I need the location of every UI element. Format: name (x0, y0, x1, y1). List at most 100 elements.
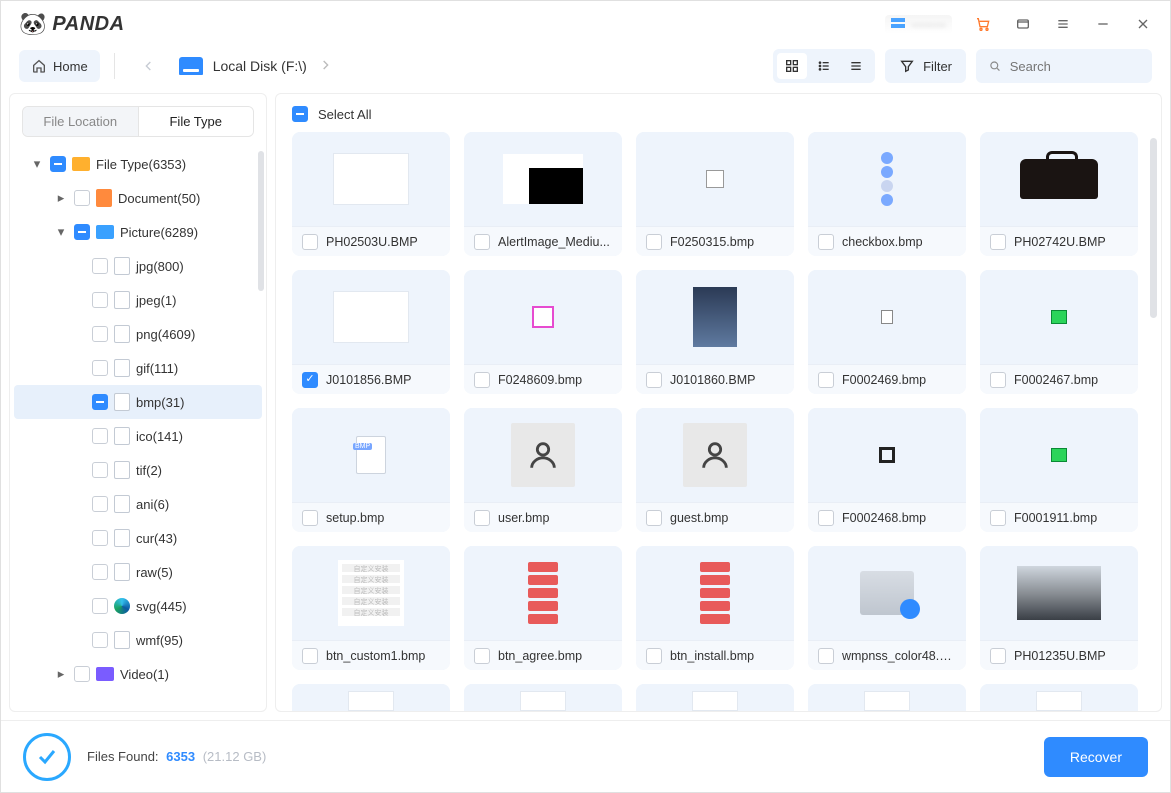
file-card[interactable]: 自定义安装自定义安装自定义安装自定义安装自定义安装btn_custom1.bmp (292, 546, 450, 670)
file-card[interactable] (980, 684, 1138, 711)
view-grid-button[interactable] (777, 53, 807, 79)
menu-icon[interactable] (1054, 15, 1072, 33)
tree-video[interactable]: ▸ Video(1) (14, 657, 262, 691)
file-checkbox[interactable] (646, 372, 662, 388)
tab-file-type[interactable]: File Type (138, 107, 254, 136)
file-card[interactable]: F0002467.bmp (980, 270, 1138, 394)
file-card[interactable] (292, 684, 450, 711)
search-box[interactable] (976, 49, 1152, 83)
checkbox[interactable] (92, 360, 108, 376)
file-checkbox[interactable] (990, 648, 1006, 664)
cart-icon[interactable] (974, 15, 992, 33)
checkbox[interactable] (92, 394, 108, 410)
file-checkbox[interactable] (474, 648, 490, 664)
file-card[interactable]: PH01235U.BMP (980, 546, 1138, 670)
minimize-icon[interactable] (1094, 15, 1112, 33)
file-checkbox[interactable] (646, 234, 662, 250)
file-card[interactable]: PH02742U.BMP (980, 132, 1138, 256)
caret-down-icon[interactable]: ▾ (54, 224, 68, 240)
file-checkbox[interactable] (646, 648, 662, 664)
file-checkbox[interactable] (818, 372, 834, 388)
checkbox[interactable] (92, 462, 108, 478)
file-card[interactable]: btn_install.bmp (636, 546, 794, 670)
breadcrumb[interactable]: Local Disk (F:\) (179, 57, 333, 76)
file-card[interactable]: AlertImage_Mediu... (464, 132, 622, 256)
file-checkbox[interactable] (302, 648, 318, 664)
file-card[interactable]: F0002469.bmp (808, 270, 966, 394)
file-checkbox[interactable] (474, 510, 490, 526)
file-card[interactable]: checkbox.bmp (808, 132, 966, 256)
tree-ani[interactable]: ani(6) (14, 487, 262, 521)
file-card[interactable]: btn_agree.bmp (464, 546, 622, 670)
checkbox[interactable] (92, 326, 108, 342)
checkbox[interactable] (92, 258, 108, 274)
file-checkbox[interactable] (990, 234, 1006, 250)
tree-cur[interactable]: cur(43) (14, 521, 262, 555)
back-button[interactable] (129, 50, 169, 82)
content-scrollbar[interactable] (1150, 138, 1157, 318)
file-checkbox[interactable] (990, 510, 1006, 526)
file-card[interactable] (636, 684, 794, 711)
view-detail-button[interactable] (841, 53, 871, 79)
view-list-button[interactable] (809, 53, 839, 79)
tree-gif[interactable]: gif(111) (14, 351, 262, 385)
file-checkbox[interactable] (474, 234, 490, 250)
checkbox[interactable] (92, 496, 108, 512)
file-checkbox[interactable] (302, 510, 318, 526)
select-all-row[interactable]: Select All (276, 94, 1161, 126)
tree-tif[interactable]: tif(2) (14, 453, 262, 487)
tree-wmf[interactable]: wmf(95) (14, 623, 262, 657)
filter-button[interactable]: Filter (885, 49, 966, 83)
tree-raw[interactable]: raw(5) (14, 555, 262, 589)
checkbox[interactable] (74, 666, 90, 682)
checkbox[interactable] (92, 530, 108, 546)
file-card[interactable] (808, 684, 966, 711)
tree-picture[interactable]: ▾ Picture(6289) (14, 215, 262, 249)
file-card[interactable]: guest.bmp (636, 408, 794, 532)
tree-jpg[interactable]: jpg(800) (14, 249, 262, 283)
caret-down-icon[interactable]: ▾ (30, 156, 44, 172)
home-button[interactable]: Home (19, 50, 100, 82)
inbox-icon[interactable] (1014, 15, 1032, 33)
file-card[interactable]: setup.bmp (292, 408, 450, 532)
file-card[interactable]: user.bmp (464, 408, 622, 532)
file-card[interactable]: J0101856.BMP (292, 270, 450, 394)
file-checkbox[interactable] (818, 234, 834, 250)
file-checkbox[interactable] (646, 510, 662, 526)
tree-bmp[interactable]: bmp(31) (14, 385, 262, 419)
file-checkbox[interactable] (990, 372, 1006, 388)
checkbox[interactable] (50, 156, 66, 172)
file-card[interactable]: wmpnss_color48.b... (808, 546, 966, 670)
file-checkbox[interactable] (474, 372, 490, 388)
checkbox[interactable] (92, 598, 108, 614)
sidebar-scrollbar[interactable] (258, 151, 264, 291)
checkbox[interactable] (92, 564, 108, 580)
close-icon[interactable] (1134, 15, 1152, 33)
file-card[interactable]: F0248609.bmp (464, 270, 622, 394)
tree-document[interactable]: ▸ Document(50) (14, 181, 262, 215)
checkbox[interactable] (74, 190, 90, 206)
recover-button[interactable]: Recover (1044, 737, 1148, 777)
file-card[interactable]: J0101860.BMP (636, 270, 794, 394)
checkbox[interactable] (92, 632, 108, 648)
file-checkbox[interactable] (818, 510, 834, 526)
file-card[interactable]: F0250315.bmp (636, 132, 794, 256)
caret-right-icon[interactable]: ▸ (54, 190, 68, 206)
select-all-checkbox[interactable] (292, 106, 308, 122)
file-card[interactable]: F0001911.bmp (980, 408, 1138, 532)
tree-png[interactable]: png(4609) (14, 317, 262, 351)
checkbox[interactable] (92, 292, 108, 308)
tree-root[interactable]: ▾ File Type(6353) (14, 147, 262, 181)
user-chip[interactable]: ········ (885, 15, 952, 34)
checkbox[interactable] (92, 428, 108, 444)
checkbox[interactable] (74, 224, 90, 240)
caret-right-icon[interactable]: ▸ (54, 666, 68, 682)
file-card[interactable]: PH02503U.BMP (292, 132, 450, 256)
tree-svg[interactable]: svg(445) (14, 589, 262, 623)
search-input[interactable] (1010, 59, 1140, 74)
file-card[interactable]: F0002468.bmp (808, 408, 966, 532)
tab-file-location[interactable]: File Location (23, 107, 138, 136)
file-checkbox[interactable] (302, 372, 318, 388)
file-card[interactable] (464, 684, 622, 711)
tree-jpeg[interactable]: jpeg(1) (14, 283, 262, 317)
